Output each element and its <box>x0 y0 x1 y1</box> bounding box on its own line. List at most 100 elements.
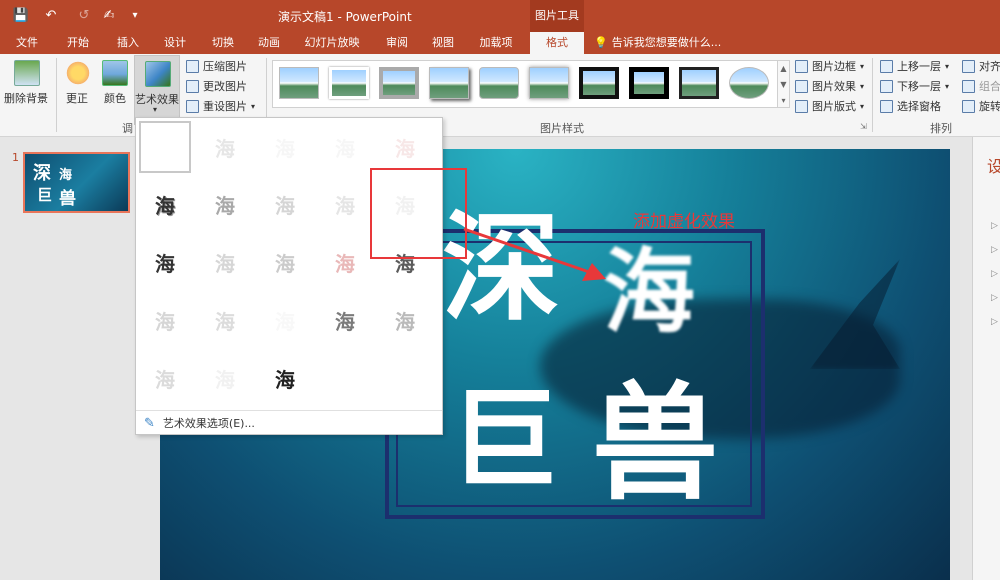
artistic-effect-option[interactable]: 海 <box>319 178 371 230</box>
bring-forward-label: 上移一层 <box>897 60 941 73</box>
slide-title-char[interactable]: 巨 <box>450 387 558 495</box>
tab-home[interactable]: 开始 <box>58 32 98 54</box>
more-icon: ▾ <box>781 96 786 105</box>
tab-transitions[interactable]: 切换 <box>203 32 243 54</box>
tab-design[interactable]: 设计 <box>155 32 195 54</box>
artistic-effect-none[interactable] <box>139 121 191 173</box>
chevron-down-icon: ▾ <box>153 105 158 114</box>
picture-effects-button[interactable]: 图片效果 ▾ <box>795 77 864 95</box>
arrange-group-label: 排列 <box>930 122 952 135</box>
format-pane: 设 ▷ ▷ ▷ ▷ ▷ <box>972 137 1000 580</box>
group-label: 组合 <box>979 80 1000 93</box>
change-picture-button[interactable]: 更改图片 <box>186 77 247 95</box>
artistic-effect-option[interactable]: 海 <box>199 178 251 230</box>
artistic-effect-option[interactable]: 海 <box>139 236 191 288</box>
artistic-effect-option[interactable]: 海 <box>199 121 251 173</box>
picture-styles-gallery <box>272 60 778 108</box>
expand-icon[interactable]: ▷ <box>991 317 998 327</box>
slide-thumbnail[interactable]: 深 海 巨 兽 <box>23 152 130 213</box>
tab-review[interactable]: 审阅 <box>377 32 417 54</box>
expand-icon[interactable]: ▷ <box>991 245 998 255</box>
adjust-group-label: 调 <box>122 122 133 135</box>
send-backward-icon <box>880 79 893 93</box>
picture-style-option[interactable] <box>279 67 319 99</box>
picture-layout-button[interactable]: 图片版式 ▾ <box>795 97 864 115</box>
picture-style-option[interactable] <box>679 67 719 99</box>
dialog-launcher-icon[interactable]: ⇲ <box>860 122 867 131</box>
artistic-effects-button[interactable]: 艺术效果 ▾ <box>134 55 180 125</box>
ribbon-tabs: 文件 开始 插入 设计 切换 动画 幻灯片放映 审阅 视图 加载项 格式 💡 告… <box>0 32 1000 54</box>
artistic-effect-option[interactable]: 海 <box>379 121 431 173</box>
tell-me-box[interactable]: 💡 告诉我您想要做什么... <box>594 32 724 54</box>
send-backward-label: 下移一层 <box>897 80 941 93</box>
artistic-effect-option[interactable]: 海 <box>259 236 311 288</box>
picture-styles-group-label: 图片样式 <box>540 122 584 135</box>
artistic-effect-option[interactable]: 海 <box>319 121 371 173</box>
chevron-down-icon: ▼ <box>780 80 787 89</box>
color-label: 颜色 <box>104 92 126 105</box>
artistic-effect-option[interactable]: 海 <box>319 294 371 346</box>
tab-format[interactable]: 格式 <box>530 32 584 54</box>
artistic-effect-option[interactable]: 海 <box>139 178 191 230</box>
picture-style-option[interactable] <box>529 67 569 99</box>
picture-style-option[interactable] <box>629 67 669 99</box>
send-backward-button[interactable]: 下移一层 ▾ <box>880 77 949 95</box>
picture-style-option[interactable] <box>329 67 369 99</box>
undo-icon[interactable]: ↶ <box>42 7 60 25</box>
save-icon[interactable]: 💾 <box>12 7 30 25</box>
align-button[interactable]: 对齐 <box>962 57 1000 75</box>
picture-effects-icon <box>795 79 808 93</box>
group-icon <box>962 79 975 93</box>
thumbnail-char: 兽 <box>59 189 76 209</box>
artistic-effect-option[interactable]: 海 <box>199 294 251 346</box>
picture-style-option[interactable] <box>379 67 419 99</box>
artistic-effects-options-item[interactable]: ✎ 艺术效果选项(E)... <box>144 415 255 431</box>
bring-forward-icon <box>880 59 893 73</box>
artistic-effect-option[interactable]: 海 <box>199 352 251 404</box>
expand-icon[interactable]: ▷ <box>991 269 998 279</box>
expand-icon[interactable]: ▷ <box>991 221 998 231</box>
slide-title-char[interactable]: 兽 <box>592 381 718 507</box>
artistic-effect-option[interactable]: 海 <box>259 178 311 230</box>
slide-title-char-blurred[interactable]: 海 <box>603 247 695 339</box>
tab-animations[interactable]: 动画 <box>249 32 289 54</box>
picture-effects-label: 图片效果 <box>812 80 856 93</box>
tab-view[interactable]: 视图 <box>423 32 463 54</box>
artistic-effect-option[interactable]: 海 <box>259 294 311 346</box>
compress-pictures-button[interactable]: 压缩图片 <box>186 57 247 75</box>
touch-mode-icon[interactable]: ✍ <box>100 7 118 25</box>
tab-file[interactable]: 文件 <box>8 32 46 54</box>
remove-background-label: 删除背景 <box>4 92 48 105</box>
picture-style-option[interactable] <box>579 67 619 99</box>
group-button[interactable]: 组合 <box>962 77 1000 95</box>
tab-insert[interactable]: 插入 <box>108 32 148 54</box>
bring-forward-button[interactable]: 上移一层 ▾ <box>880 57 949 75</box>
artistic-effect-option[interactable]: 海 <box>379 294 431 346</box>
reset-picture-button[interactable]: 重设图片 ▾ <box>186 97 255 115</box>
align-icon <box>962 59 975 73</box>
align-label: 对齐 <box>979 60 1000 73</box>
artistic-effect-option[interactable]: 海 <box>259 352 311 404</box>
thumbnail-char: 巨 <box>37 186 53 204</box>
picture-style-option[interactable] <box>429 67 469 99</box>
expand-icon[interactable]: ▷ <box>991 293 998 303</box>
picture-style-option[interactable] <box>479 67 519 99</box>
color-icon <box>102 60 128 86</box>
artistic-effect-option[interactable]: 海 <box>139 352 191 404</box>
picture-tools-label: 图片工具 <box>530 0 584 32</box>
gallery-scroll[interactable]: ▲ ▼ ▾ <box>778 60 790 108</box>
artistic-effect-option[interactable]: 海 <box>139 294 191 346</box>
picture-style-option[interactable] <box>729 67 769 99</box>
reset-picture-icon <box>186 99 199 113</box>
rotate-button[interactable]: 旋转 <box>962 97 1000 115</box>
redo-icon[interactable]: ↺ <box>75 7 93 25</box>
tab-slideshow[interactable]: 幻灯片放映 <box>299 32 365 54</box>
artistic-effect-option[interactable]: 海 <box>199 236 251 288</box>
artistic-effect-option[interactable]: 海 <box>259 121 311 173</box>
artistic-effect-option[interactable]: 海 <box>319 236 371 288</box>
selection-pane-button[interactable]: 选择窗格 <box>880 97 941 115</box>
tab-addins[interactable]: 加载项 <box>470 32 522 54</box>
customize-qat-icon[interactable]: ▾ <box>126 7 144 25</box>
picture-border-button[interactable]: 图片边框 ▾ <box>795 57 864 75</box>
window-title: 演示文稿1 - PowerPoint <box>278 10 412 24</box>
